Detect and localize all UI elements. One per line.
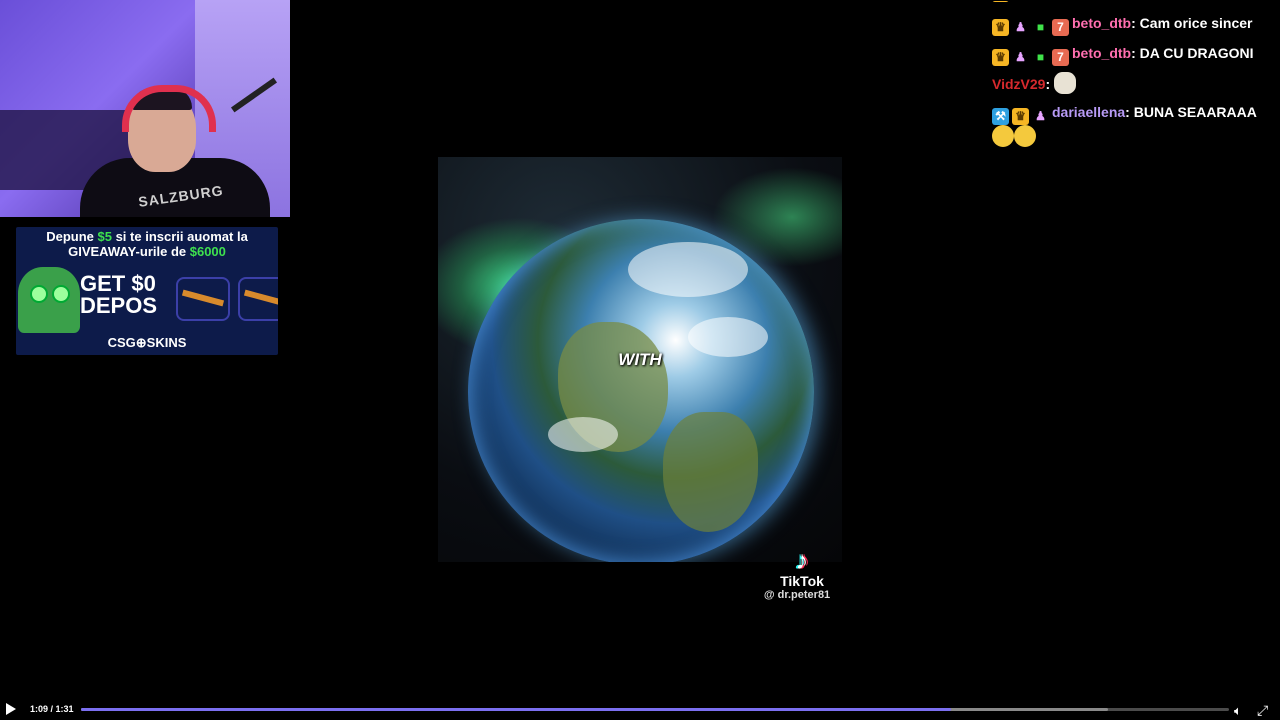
gift-badge-icon: ■ [1036,50,1045,64]
ad-deposit-amount: $5 [97,229,112,244]
chat-username[interactable]: beto_dtb [1072,15,1131,31]
ad-headline-line-1: GET $0 [80,271,156,296]
pleading-emote-icon [1014,125,1036,147]
subscriber-badge-icon: ♟ [1035,109,1046,123]
ad-line-1: Depune $5 si te inscrii auomat la [16,229,278,244]
fullscreen-icon[interactable]: ⤢ [1257,702,1268,719]
shirt-text: SALZBURG [137,182,225,210]
gift-badge-icon: ■ [1036,20,1045,34]
ad-line-2: GIVEAWAY-urile de $6000 [16,244,278,259]
cloud-shape [628,242,748,297]
subscriber-badge-icon: ♟ [1015,50,1026,64]
tiktok-handle: @ dr.peter81 [763,589,831,601]
play-icon[interactable] [6,703,16,715]
sponsor-banner[interactable]: Depune $5 si te inscrii auomat la GIVEAW… [16,227,278,355]
points-badge-icon: 7 [1052,49,1069,66]
chat-previous-message-cutoff: ♛ [992,0,1270,2]
chat-text: BUNA SEAARAAA [1133,104,1257,120]
video-frame[interactable]: WITH [438,157,842,562]
crown-badge-icon: ♛ [992,1,1009,2]
chat-username[interactable]: VidzV29 [992,76,1045,92]
ad-mascot-image [18,267,80,333]
video-caption: WITH [618,350,662,369]
chat-message: VidzV29: [992,72,1270,95]
volume-icon[interactable]: 🔈︎ [1234,703,1242,719]
ad-brand: CSG⊕SKINS [107,335,187,350]
moderator-badge-icon: ⚒ [992,108,1009,125]
chat-message: ♛ ♟ ■ 7 beto_dtb: DA CU DRAGONI [992,42,1270,66]
ad-line-1-pre: Depune [46,229,98,244]
pleading-emote-icon [992,125,1014,147]
subscriber-badge-icon: ♟ [1015,20,1026,34]
chat-panel: ♛ ♛♟■7beto_dtb: Cam orice sincer ♛♟■7bet… [992,0,1270,154]
points-badge-icon: 7 [1052,19,1069,36]
ad-line-1-post: si te inscrii auomat la [111,229,248,244]
chat-username[interactable]: dariaellena [1052,104,1125,120]
crown-badge-icon: ♛ [992,19,1009,36]
mascot-eye-icon [30,285,48,303]
ad-giveaway-amount: $6000 [189,244,226,259]
skin-card-icon [176,277,230,321]
chat-message: ♛ ♟ ■ 7 beto_dtb: Cam orice sincer [992,12,1270,36]
ad-line-2-pre: GIVEAWAY-urile de [68,244,190,259]
chat-username[interactable]: beto_dtb [1072,45,1131,61]
cloud-shape [548,417,618,452]
cat-emote-icon [1054,72,1076,94]
chat-text: Cam orice sincer [1139,15,1253,31]
tiktok-watermark: ♪ TikTok @ dr.peter81 [762,545,842,601]
tiktok-name: TikTok [780,573,824,589]
crown-badge-icon: ♛ [1012,108,1029,125]
webcam-overlay: SALZBURG [0,0,290,217]
tiktok-logo-icon: ♪ [795,545,809,575]
time-display: 1:09 / 1:31 [30,704,74,714]
player-controls: 1:09 / 1:31 🔈︎ ⤢ [0,700,1280,720]
skin-card-icon [238,277,278,321]
chat-message: ⚒ ♛ ♟ dariaellena: BUNA SEAARAAA [992,101,1270,148]
ad-headline: GET $0 DEPOS [80,273,157,317]
mascot-eye-icon [52,285,70,303]
crown-badge-icon: ♛ [992,49,1009,66]
seek-progress [81,708,952,711]
seek-bar[interactable] [81,708,1229,711]
chat-text: DA CU DRAGONI [1139,45,1254,61]
ad-headline-line-2: DEPOS [80,293,158,318]
